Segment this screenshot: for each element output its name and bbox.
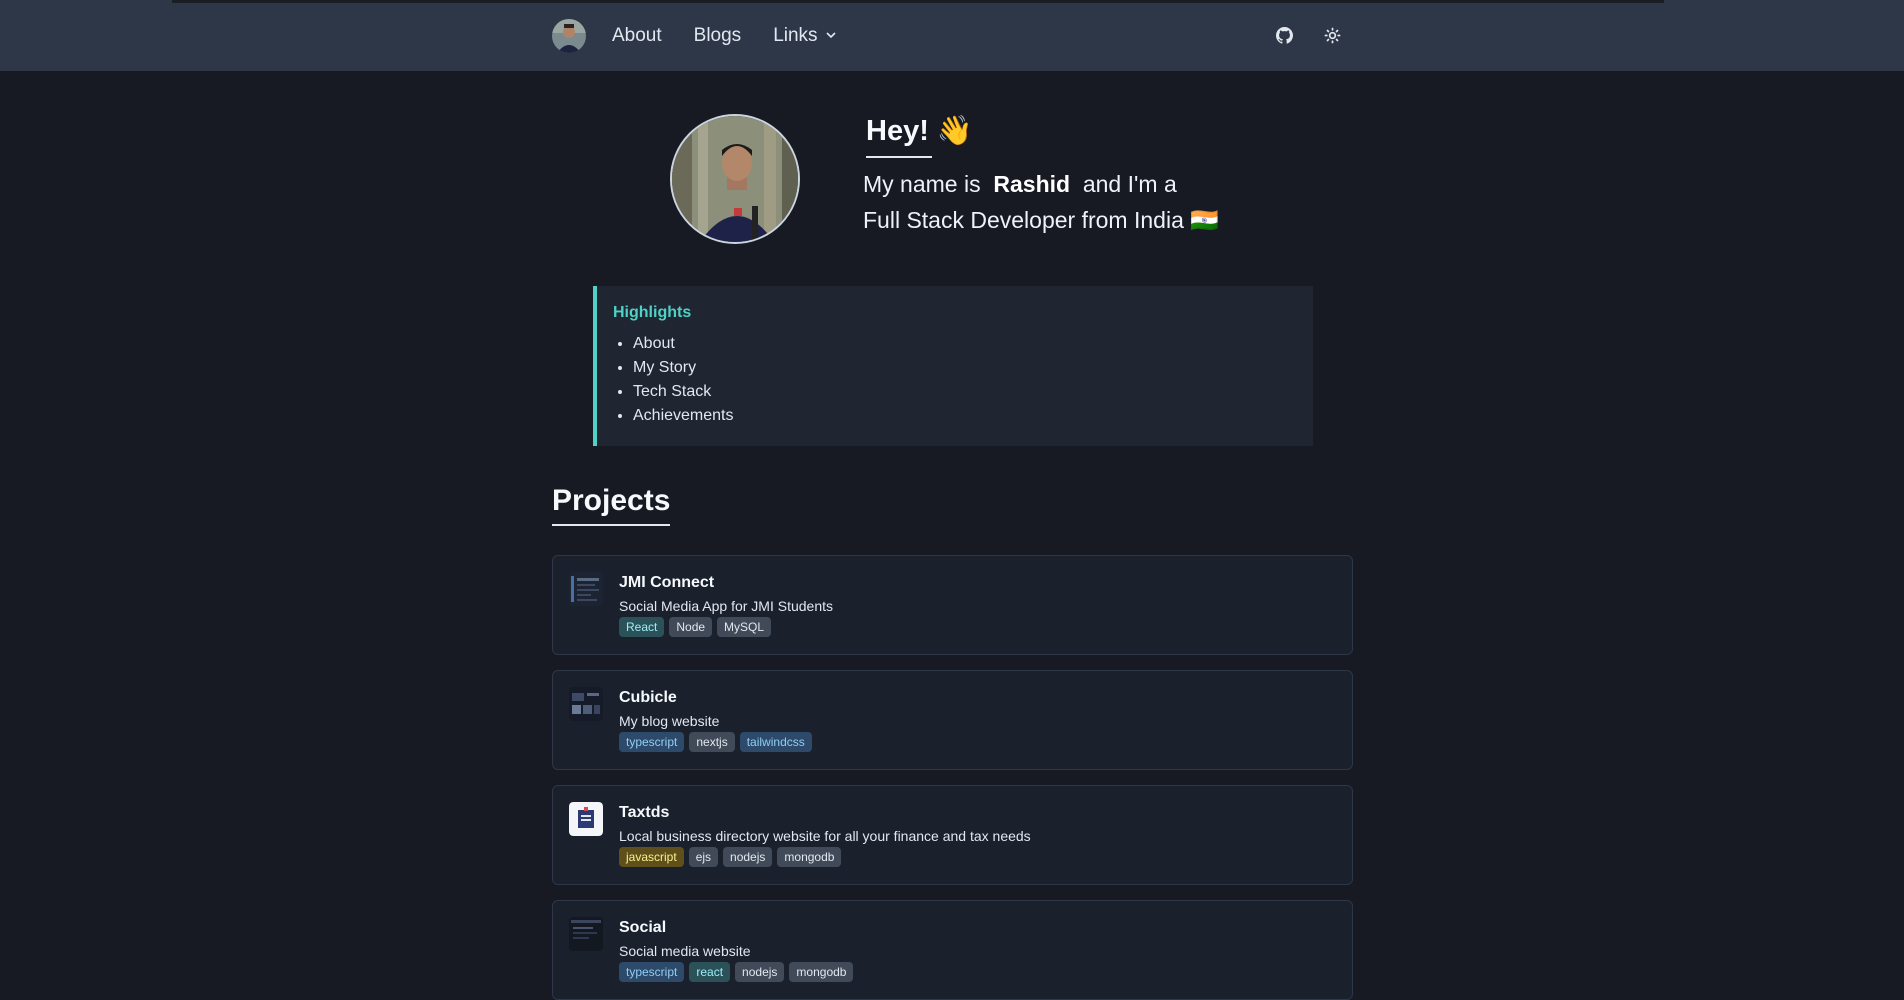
project-tags: typescript nextjs tailwindcss	[619, 732, 817, 752]
tag: nextjs	[689, 732, 735, 752]
project-description: Social media website	[619, 943, 751, 959]
project-card-social[interactable]: Social Social media website typescript r…	[552, 900, 1353, 1000]
sun-icon[interactable]	[1312, 16, 1352, 56]
intro-text: My name is Rashid and I'm a Full Stack D…	[863, 166, 1219, 238]
project-thumbnail	[569, 802, 603, 836]
nav-link-links-dropdown[interactable]: Links	[773, 25, 836, 47]
nav-container: About Blogs Links	[552, 0, 1352, 71]
nav-actions	[1256, 16, 1352, 56]
profile-photo	[670, 114, 800, 244]
project-thumbnail	[569, 572, 603, 606]
highlights-list: About My Story Tech Stack Achievements	[613, 332, 1313, 428]
project-name: Cubicle	[619, 689, 677, 706]
highlights-box: Highlights About My Story Tech Stack Ach…	[593, 286, 1313, 446]
project-tags: typescript react nodejs mongodb	[619, 962, 858, 982]
tag: typescript	[619, 732, 685, 752]
project-card-jmi-connect[interactable]: JMI Connect Social Media App for JMI Stu…	[552, 555, 1353, 655]
hero-text: Hey! 👋 My name is Rashid and I'm a Full …	[863, 114, 1219, 238]
tag: tailwindcss	[739, 732, 812, 752]
project-thumbnail	[569, 917, 603, 951]
project-tags: React Node MySQL	[619, 617, 776, 637]
highlights-title: Highlights	[613, 304, 692, 321]
project-description: My blog website	[619, 713, 720, 729]
project-card-cubicle[interactable]: Cubicle My blog website typescript nextj…	[552, 670, 1353, 770]
tag: MySQL	[717, 617, 772, 637]
projects-heading: Projects	[552, 484, 671, 526]
project-tags: javascript ejs nodejs mongodb	[619, 847, 846, 867]
project-thumbnail	[569, 687, 603, 721]
github-icon[interactable]	[1264, 16, 1304, 56]
project-description: Social Media App for JMI Students	[619, 598, 833, 614]
tag: Node	[669, 617, 713, 637]
tag: javascript	[619, 847, 684, 867]
project-name: Social	[619, 919, 667, 936]
hero-section: Hey! 👋 My name is Rashid and I'm a Full …	[670, 114, 1370, 244]
nav-link-blogs[interactable]: Blogs	[694, 25, 742, 47]
highlight-item-tech-stack[interactable]: Tech Stack	[633, 380, 1313, 404]
intro-line-1: My name is Rashid and I'm a	[863, 171, 1177, 197]
tag: nodejs	[735, 962, 785, 982]
tag: React	[619, 617, 665, 637]
project-card-taxtds[interactable]: Taxtds Local business directory website …	[552, 785, 1353, 885]
tag: ejs	[688, 847, 719, 867]
project-name: Taxtds	[619, 804, 670, 821]
tag: react	[689, 962, 731, 982]
chevron-down-icon	[825, 30, 836, 42]
intro-line-2: Full Stack Developer from India 🇮🇳	[863, 207, 1219, 233]
tag: nodejs	[723, 847, 773, 867]
project-name: JMI Connect	[619, 574, 715, 591]
project-description: Local business directory website for all…	[619, 828, 1031, 844]
author-name: Rashid	[993, 171, 1071, 197]
tag: typescript	[619, 962, 685, 982]
highlight-item-about[interactable]: About	[633, 332, 1313, 356]
highlight-item-achievements[interactable]: Achievements	[633, 404, 1313, 428]
avatar[interactable]	[552, 18, 586, 53]
greeting-underline	[866, 156, 932, 158]
nav-link-about[interactable]: About	[612, 25, 662, 47]
tag: mongodb	[789, 962, 854, 982]
tag: mongodb	[777, 847, 842, 867]
greeting-heading: Hey! 👋	[866, 115, 974, 147]
highlight-item-my-story[interactable]: My Story	[633, 356, 1313, 380]
